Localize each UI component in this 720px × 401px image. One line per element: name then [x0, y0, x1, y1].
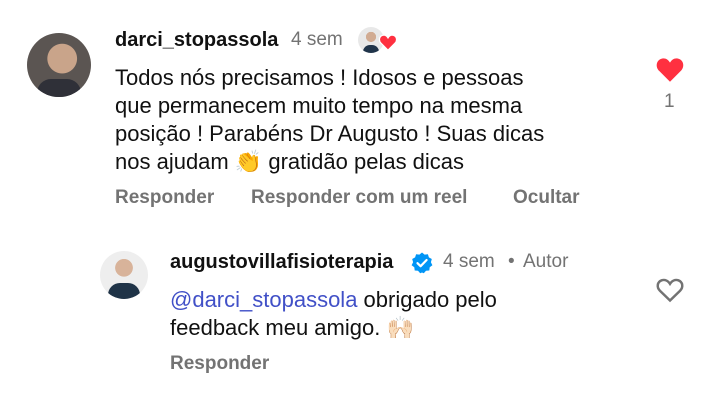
avatar[interactable] [100, 251, 148, 299]
creator-liked-heart-icon [378, 34, 398, 51]
author-label: Autor [523, 251, 569, 272]
comment-text: Todos nós precisamos ! Idosos e pessoas … [115, 64, 544, 176]
comment-text-line: que permanecem muito tempo na mesma [115, 93, 523, 118]
reply-button[interactable]: Responder [115, 187, 214, 209]
comment-text-line: Todos nós precisamos ! Idosos e pessoas [115, 65, 524, 90]
avatar[interactable] [27, 33, 91, 97]
like-count: 1 [664, 91, 675, 112]
reply-time: 4 sem [443, 251, 495, 272]
comment-text-line: posição ! Parabéns Dr Augusto ! Suas dic… [115, 121, 545, 146]
reply-with-reel-button[interactable]: Responder com um reel [251, 187, 467, 209]
reply-username[interactable]: augustovillafisioterapia [170, 251, 393, 274]
reply-text: @darci_stopassola obrigado pelo feedback… [170, 286, 497, 342]
mention-link[interactable]: @darci_stopassola [170, 287, 357, 312]
hide-button[interactable]: Ocultar [513, 187, 580, 209]
verified-badge-icon [411, 252, 433, 274]
reply-text-segment: obrigado pelo [357, 287, 497, 312]
reply-button[interactable]: Responder [170, 353, 269, 375]
comment-text-line: nos ajudam 👏 gratidão pelas dicas [115, 149, 465, 174]
comment-time: 4 sem [291, 29, 343, 50]
liked-heart-icon[interactable] [654, 55, 686, 83]
reply-text-line: feedback meu amigo. 🙌🏻 [170, 315, 414, 340]
separator-dot: • [508, 251, 515, 272]
like-heart-outline-icon[interactable] [655, 276, 685, 303]
reply-text-line: @darci_stopassola obrigado pelo [170, 286, 497, 314]
comment-username[interactable]: darci_stopassola [115, 29, 278, 52]
